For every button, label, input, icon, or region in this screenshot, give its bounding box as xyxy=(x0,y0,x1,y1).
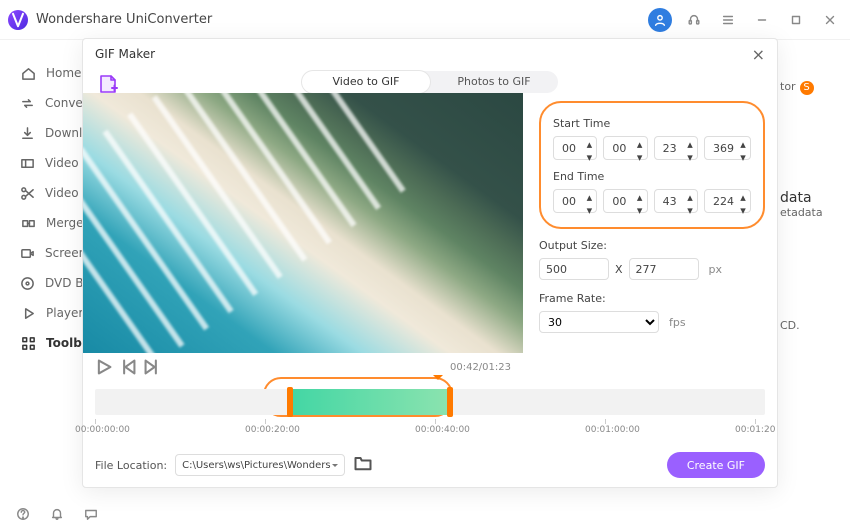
bell-icon[interactable] xyxy=(50,506,70,525)
next-frame-button[interactable] xyxy=(143,358,161,376)
end-time-label: End Time xyxy=(553,170,751,183)
start-ss[interactable]: 23▴▾ xyxy=(654,136,698,160)
output-size-label: Output Size: xyxy=(539,239,765,252)
time-range-box: Start Time 00▴▾ 00▴▾ 23▴▾ 369▴▾ End Time… xyxy=(539,101,765,229)
disc-icon xyxy=(20,275,35,291)
merge-icon xyxy=(20,215,36,231)
support-icon[interactable] xyxy=(682,8,706,32)
status-bar xyxy=(0,503,850,527)
home-icon xyxy=(20,65,36,81)
create-gif-button[interactable]: Create GIF xyxy=(667,452,765,478)
title-bar: Wondershare UniConverter xyxy=(0,0,850,40)
play-icon xyxy=(20,305,36,321)
scissors-icon xyxy=(20,185,35,201)
start-ms[interactable]: 369▴▾ xyxy=(704,136,751,160)
tab-photos-to-gif[interactable]: Photos to GIF xyxy=(430,71,558,93)
range-start-handle[interactable] xyxy=(287,387,293,417)
end-ms[interactable]: 224▴▾ xyxy=(704,189,751,213)
close-button[interactable] xyxy=(818,8,842,32)
end-hh[interactable]: 00▴▾ xyxy=(553,189,597,213)
gif-maker-modal: GIF Maker × Video to GIF Photos to GIF 0… xyxy=(82,38,778,488)
output-width[interactable]: 500 xyxy=(539,258,609,280)
frame-rate-label: Frame Rate: xyxy=(539,292,765,305)
time-display: 00:42/01:23 xyxy=(450,362,511,373)
selected-range[interactable] xyxy=(289,389,449,415)
background-peek: torS data etadata CD. xyxy=(780,80,840,332)
record-icon xyxy=(20,245,35,261)
frame-rate-select[interactable]: 30 xyxy=(539,311,659,333)
help-icon[interactable] xyxy=(16,506,36,525)
badge-s: S xyxy=(800,81,814,95)
download-icon xyxy=(20,125,35,141)
start-hh[interactable]: 00▴▾ xyxy=(553,136,597,160)
maximize-button[interactable] xyxy=(784,8,808,32)
close-icon[interactable]: × xyxy=(752,45,765,64)
mode-tabs: Video to GIF Photos to GIF xyxy=(302,71,558,93)
file-location-label: File Location: xyxy=(95,459,167,472)
app-title: Wondershare UniConverter xyxy=(36,12,212,27)
timeline[interactable]: 00:00:00:00 00:00:20:00 00:00:40:00 00:0… xyxy=(83,383,777,439)
grid-icon xyxy=(20,335,36,351)
file-location-select[interactable]: C:\Users\ws\Pictures\Wonders xyxy=(175,454,345,476)
modal-header: GIF Maker × xyxy=(83,39,777,69)
add-file-icon[interactable] xyxy=(97,73,119,95)
menu-icon[interactable] xyxy=(716,8,740,32)
tab-video-to-gif[interactable]: Video to GIF xyxy=(302,71,430,93)
start-time-label: Start Time xyxy=(553,117,751,130)
modal-title: GIF Maker xyxy=(95,47,155,61)
prev-frame-button[interactable] xyxy=(119,358,137,376)
video-preview[interactable] xyxy=(83,93,523,353)
timeline-strip[interactable] xyxy=(95,389,765,415)
compress-icon xyxy=(20,155,35,171)
app-logo xyxy=(8,10,28,30)
end-mm[interactable]: 00▴▾ xyxy=(603,189,647,213)
range-end-handle[interactable] xyxy=(447,387,453,417)
open-folder-icon[interactable] xyxy=(353,453,373,477)
start-mm[interactable]: 00▴▾ xyxy=(603,136,647,160)
modal-footer: File Location: C:\Users\ws\Pictures\Wond… xyxy=(83,443,777,487)
minimize-button[interactable] xyxy=(750,8,774,32)
playhead[interactable] xyxy=(438,375,443,385)
time-ruler: 00:00:00:00 00:00:20:00 00:00:40:00 00:0… xyxy=(95,419,765,439)
feedback-icon[interactable] xyxy=(84,506,104,525)
account-icon[interactable] xyxy=(648,8,672,32)
play-button[interactable] xyxy=(95,358,113,376)
end-ss[interactable]: 43▴▾ xyxy=(654,189,698,213)
convert-icon xyxy=(20,95,35,111)
output-height[interactable]: 277 xyxy=(629,258,699,280)
